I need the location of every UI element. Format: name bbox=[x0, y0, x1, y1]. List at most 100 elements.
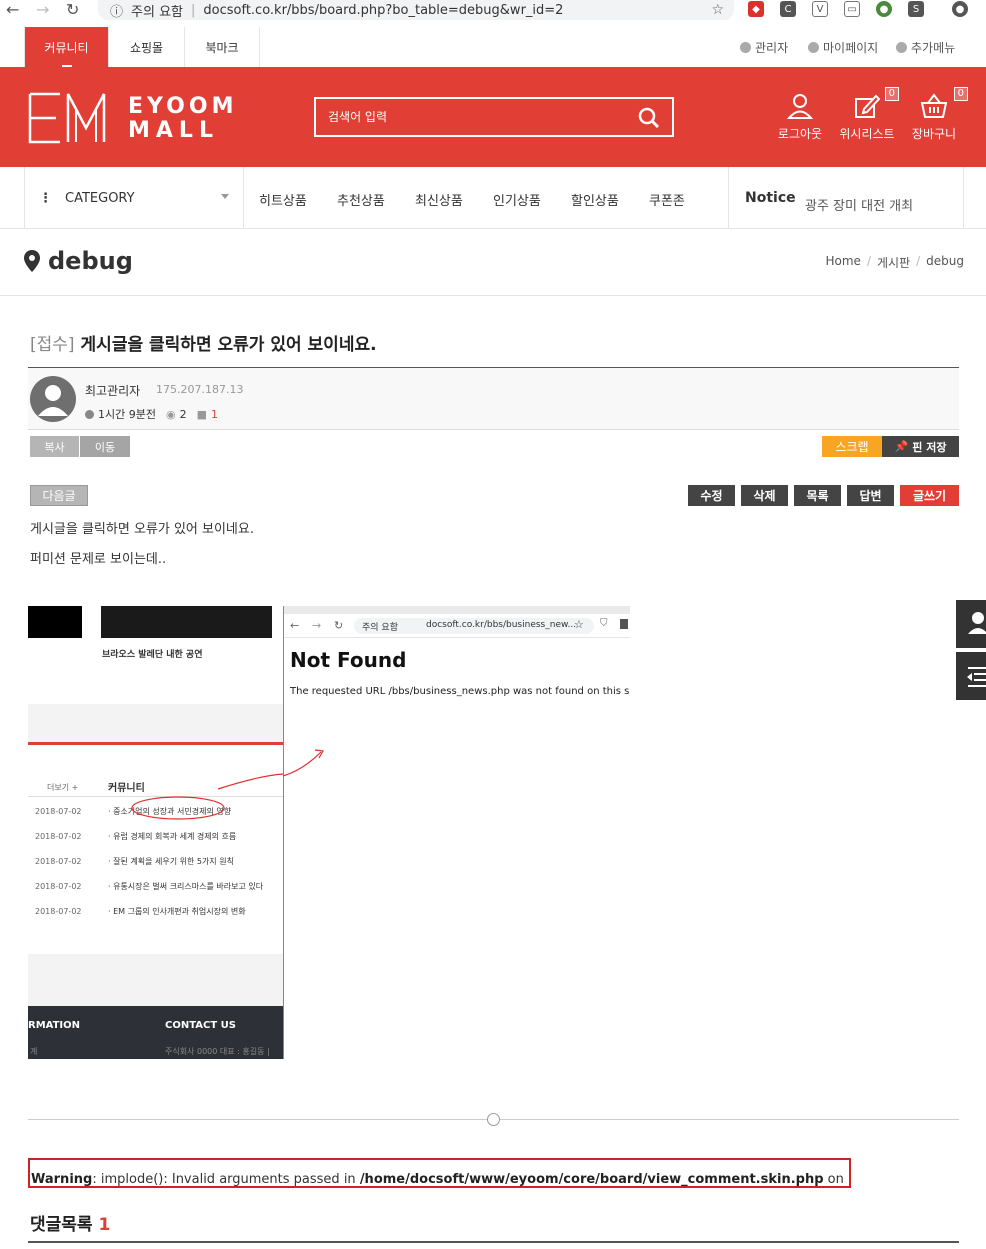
map-marker-icon bbox=[24, 250, 40, 272]
scrap-button[interactable]: 스크랩 bbox=[822, 436, 882, 457]
menu-recommend[interactable]: 추천상품 bbox=[337, 190, 385, 209]
user-icon bbox=[787, 94, 813, 119]
tab-community[interactable]: 커뮤니티 bbox=[24, 27, 108, 67]
divider-circle-icon bbox=[487, 1113, 500, 1126]
breadcrumb-board[interactable]: 게시판 bbox=[877, 254, 910, 271]
warning-text: : implode(): Invalid arguments passed in bbox=[92, 1172, 360, 1187]
search-icon[interactable] bbox=[638, 107, 660, 129]
breadcrumb-current: debug bbox=[926, 254, 964, 268]
edit-button[interactable]: 수정 bbox=[688, 485, 735, 506]
side-user-widget[interactable] bbox=[956, 600, 986, 648]
comment-divider bbox=[28, 1241, 959, 1243]
notice-text[interactable]: 광주 장미 대전 개최 bbox=[805, 195, 913, 214]
post-title-text: 게시글을 클릭하면 오류가 있어 보이네요. bbox=[80, 335, 377, 355]
security-label: 주의 요함 bbox=[131, 4, 183, 20]
attached-screenshot: 브라오스 발레단 내한 공연 더보기 + 커뮤니티 2018-07-02 · 중… bbox=[28, 606, 630, 1059]
back-icon[interactable]: ← bbox=[6, 0, 19, 19]
profile-icon[interactable]: ● bbox=[952, 1, 968, 17]
logo-text-eyoom: EYOOM bbox=[128, 94, 238, 119]
menu-popular[interactable]: 인기상품 bbox=[493, 190, 541, 209]
comment-list-count: 1 bbox=[98, 1215, 111, 1235]
cart-button[interactable]: 장바구니 0 bbox=[904, 87, 968, 142]
admin-link[interactable]: 관리자 bbox=[740, 39, 788, 56]
more-menu-label: 추가메뉴 bbox=[911, 41, 956, 55]
reload-icon[interactable]: ↻ bbox=[66, 0, 79, 19]
screenshot-forward-icon: → bbox=[312, 619, 322, 632]
side-outdent-icon bbox=[967, 667, 986, 687]
next-post-button[interactable]: 다음글 bbox=[30, 485, 88, 506]
edit-icon bbox=[855, 94, 880, 118]
category-bar: ⋮ CATEGORY 히트상품 추천상품 최신상품 인기상품 할인상품 쿠폰존 … bbox=[0, 167, 986, 229]
user-avatar-icon bbox=[38, 385, 68, 416]
top-nav: 커뮤니티 쇼핑몰 북마크 관리자 마이페이지 추가메뉴 bbox=[0, 27, 986, 67]
more-menu-link[interactable]: 추가메뉴 bbox=[896, 39, 955, 56]
author-name[interactable]: 최고관리자 bbox=[85, 382, 140, 399]
address-bar[interactable]: ⓘ 주의 요함 | docsoft.co.kr/bbs/board.php?bo… bbox=[98, 0, 734, 20]
mypage-link[interactable]: 마이페이지 bbox=[808, 39, 878, 56]
not-found-title: Not Found bbox=[290, 648, 407, 672]
wishlist-badge: 0 bbox=[884, 87, 899, 101]
shield-extension-icon[interactable]: ◆ bbox=[748, 1, 764, 17]
menu-coupon[interactable]: 쿠폰존 bbox=[649, 190, 685, 209]
plus-icon bbox=[896, 42, 907, 53]
gear-icon bbox=[740, 42, 751, 53]
avatar[interactable] bbox=[30, 376, 76, 422]
menu-sale[interactable]: 할인상품 bbox=[571, 190, 619, 209]
forward-icon[interactable]: → bbox=[36, 0, 49, 19]
green-extension-icon[interactable]: ● bbox=[876, 1, 892, 17]
tab-shopping[interactable]: 쇼핑몰 bbox=[108, 27, 184, 67]
category-dropdown[interactable]: ⋮ CATEGORY bbox=[24, 167, 244, 229]
page-title-text: debug bbox=[48, 247, 133, 275]
comment-list-title: 댓글목록 1 bbox=[30, 1210, 110, 1235]
side-menu-widget[interactable] bbox=[956, 652, 986, 700]
screenshot-url: docsoft.co.kr/bbs/business_new... bbox=[426, 620, 577, 630]
c-extension-icon[interactable]: C bbox=[780, 1, 796, 17]
breadcrumb-home[interactable]: Home bbox=[826, 254, 861, 271]
wishlist-label: 위시리스트 bbox=[839, 127, 895, 141]
wishlist-button[interactable]: 위시리스트 0 bbox=[837, 87, 899, 142]
s-extension-icon[interactable]: S bbox=[908, 1, 924, 17]
breadcrumb: Home / 게시판 / debug bbox=[825, 254, 965, 271]
screenshot-back-icon: ← bbox=[290, 619, 300, 632]
move-button[interactable]: 이동 bbox=[80, 436, 130, 457]
search-box bbox=[314, 97, 674, 137]
v-extension-icon[interactable]: V bbox=[812, 1, 828, 17]
url-text: docsoft.co.kr/bbs/board.php?bo_table=deb… bbox=[203, 2, 564, 18]
cart-label: 장바구니 bbox=[911, 127, 957, 141]
screenshot-reload-icon: ↻ bbox=[334, 619, 344, 632]
notice-box: Notice 광주 장미 대전 개최 bbox=[728, 167, 964, 229]
chevron-down-icon bbox=[221, 194, 229, 199]
side-user-icon bbox=[968, 612, 986, 634]
post-meta: 최고관리자 175.207.187.13 1시간 9분전 ◉ 2 ■ 1 bbox=[28, 368, 959, 430]
page-title: debug bbox=[24, 247, 133, 275]
em-logo-icon bbox=[28, 92, 106, 144]
notice-title: Notice bbox=[745, 190, 796, 206]
tv-extension-icon[interactable]: ▭ bbox=[844, 1, 860, 17]
tab-bookmark[interactable]: 북마크 bbox=[184, 27, 260, 67]
php-warning-box: Warning: implode(): Invalid arguments pa… bbox=[28, 1158, 851, 1188]
pin-save-button[interactable]: 📌 핀 저장 bbox=[882, 436, 959, 457]
pin-icon: 📌 bbox=[894, 440, 909, 453]
info-icon: ⓘ bbox=[110, 4, 124, 20]
user-icon bbox=[808, 42, 819, 53]
write-button[interactable]: 글쓰기 bbox=[900, 485, 959, 506]
menu-new[interactable]: 최신상품 bbox=[415, 190, 463, 209]
menu-hit[interactable]: 히트상품 bbox=[259, 190, 307, 209]
clock-icon bbox=[85, 409, 94, 419]
search-input[interactable] bbox=[316, 99, 672, 135]
comment-list-label: 댓글목록 bbox=[30, 1215, 93, 1235]
reply-button[interactable]: 답변 bbox=[847, 485, 894, 506]
delete-button[interactable]: 삭제 bbox=[741, 485, 788, 506]
logo[interactable]: EYOOM MALL bbox=[28, 92, 233, 144]
post-status-tag: [접수] bbox=[30, 335, 75, 355]
list-button[interactable]: 목록 bbox=[794, 485, 841, 506]
star-icon[interactable]: ☆ bbox=[711, 2, 724, 18]
logout-button[interactable]: 로그아웃 bbox=[770, 93, 830, 142]
author-ip: 175.207.187.13 bbox=[156, 383, 244, 396]
copy-button[interactable]: 복사 bbox=[30, 436, 79, 457]
post-title: [접수] 게시글을 클릭하면 오류가 있어 보이네요. bbox=[30, 330, 377, 355]
comment-icon: ■ bbox=[196, 407, 207, 421]
post-stats: 1시간 9분전 ◉ 2 ■ 1 bbox=[85, 406, 218, 422]
mypage-label: 마이페이지 bbox=[823, 41, 879, 55]
post-time: 1시간 9분전 bbox=[98, 408, 156, 421]
